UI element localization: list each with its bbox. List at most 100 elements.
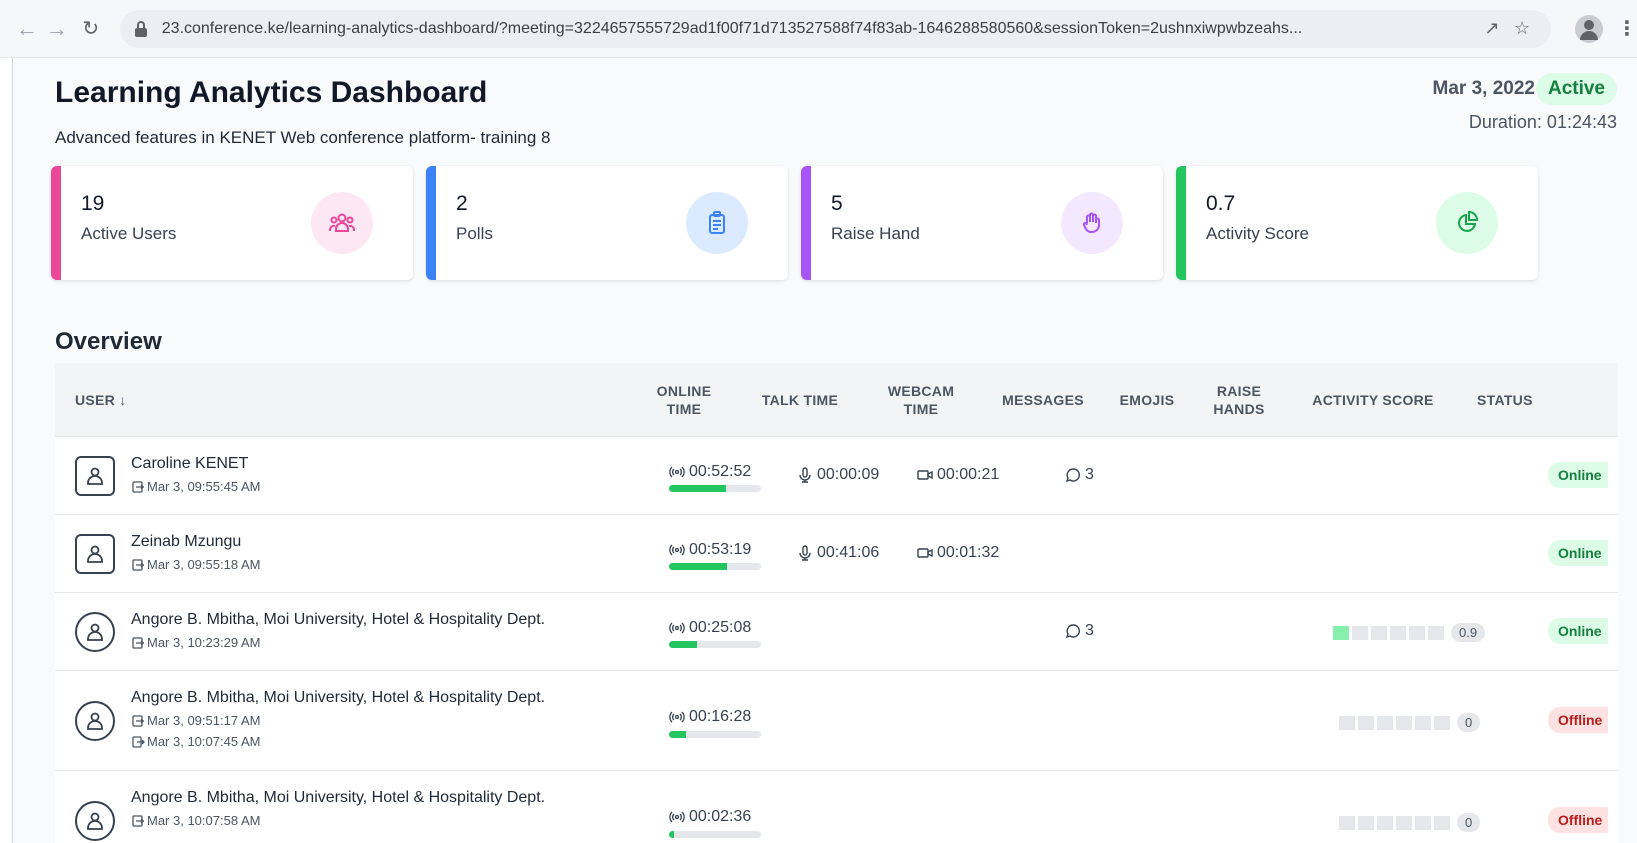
login-icon xyxy=(132,558,144,571)
card-raise-hand[interactable]: 5 Raise Hand xyxy=(801,166,1163,280)
pie-chart-icon xyxy=(1436,192,1498,254)
signal-icon xyxy=(669,811,685,823)
table-header: USER ↓ ONLINE TIME TALK TIME WEBCAM TIME… xyxy=(55,363,1618,437)
messages-count: 3 xyxy=(1065,622,1094,640)
score-segment xyxy=(1390,625,1406,640)
messages-count-text: 3 xyxy=(1085,466,1094,483)
back-arrow-icon[interactable]: ← xyxy=(12,14,42,44)
online-time-text: 00:16:28 xyxy=(689,708,752,725)
column-status: STATUS xyxy=(1477,392,1533,408)
score-segment xyxy=(1396,815,1412,830)
login-icon xyxy=(132,480,144,493)
join-time: Mar 3, 09:51:17 AM xyxy=(131,713,260,728)
activity-score-value: 0.9 xyxy=(1451,623,1486,642)
online-time-text: 00:25:08 xyxy=(689,619,752,636)
join-time-text: Mar 3, 09:55:18 AM xyxy=(147,557,261,572)
online-time: 00:16:28 xyxy=(669,708,751,726)
lock-icon xyxy=(134,20,148,37)
join-time: Mar 3, 10:07:58 AM xyxy=(131,813,260,828)
user-name: Angore B. Mbitha, Moi University, Hotel … xyxy=(131,611,546,628)
signal-icon xyxy=(669,711,685,723)
join-time-text: Mar 3, 10:23:29 AM xyxy=(147,635,261,650)
column-user[interactable]: USER ↓ xyxy=(75,363,127,437)
user-avatar-icon xyxy=(75,612,115,652)
address-bar[interactable]: 23.conference.ke/learning-analytics-dash… xyxy=(119,9,1552,48)
join-time: Mar 3, 09:55:45 AM xyxy=(131,479,260,494)
leave-time: Mar 3, 10:07:45 AM xyxy=(131,734,260,749)
video-camera-icon xyxy=(917,548,933,558)
share-icon[interactable]: ↗ xyxy=(1477,18,1507,39)
status-badge: Offline xyxy=(1548,707,1608,733)
login-icon xyxy=(132,636,144,649)
online-time-bar xyxy=(669,831,761,838)
score-segment xyxy=(1434,715,1450,730)
signal-icon xyxy=(669,466,685,478)
table-row[interactable]: Caroline KENET Mar 3, 09:55:45 AM 00:52:… xyxy=(55,437,1618,515)
table-row[interactable]: Angore B. Mbitha, Moi University, Hotel … xyxy=(55,771,1618,843)
messages-count-text: 3 xyxy=(1085,622,1094,639)
column-messages: MESSAGES xyxy=(1002,392,1084,408)
status-badge: Online xyxy=(1548,462,1608,488)
card-value: 2 xyxy=(456,192,468,215)
online-time: 00:25:08 xyxy=(669,619,751,637)
leave-time-text: Mar 3, 10:07:45 AM xyxy=(147,734,261,749)
score-segment xyxy=(1428,625,1444,640)
messages-count: 3 xyxy=(1065,466,1094,484)
webcam-time: 00:00:21 xyxy=(917,466,999,484)
clipboard-icon xyxy=(686,192,748,254)
meeting-date: Mar 3, 2022 xyxy=(1432,78,1535,99)
webcam-time-text: 00:00:21 xyxy=(937,466,1000,483)
activity-score-meter: 0 xyxy=(1339,813,1481,832)
column-webcam-time: WEBCAM TIME xyxy=(887,383,955,417)
webcam-time-text: 00:01:32 xyxy=(937,544,1000,561)
card-polls[interactable]: 2 Polls xyxy=(426,166,788,280)
score-segment xyxy=(1358,715,1374,730)
join-time: Mar 3, 10:23:29 AM xyxy=(131,635,260,650)
reload-icon[interactable]: ↻ xyxy=(76,14,106,44)
score-segment xyxy=(1358,815,1374,830)
online-time: 00:52:52 xyxy=(669,463,751,481)
score-segment xyxy=(1339,715,1355,730)
profile-avatar-icon[interactable] xyxy=(1575,14,1603,43)
forward-arrow-icon[interactable]: → xyxy=(42,14,72,44)
online-time-bar xyxy=(669,485,761,492)
join-time-text: Mar 3, 09:55:45 AM xyxy=(147,479,261,494)
column-talk-time: TALK TIME xyxy=(761,392,839,408)
url-text[interactable]: 23.conference.ke/learning-analytics-dash… xyxy=(162,20,1477,38)
table-row[interactable]: Angore B. Mbitha, Moi University, Hotel … xyxy=(55,593,1618,671)
card-label: Polls xyxy=(456,224,493,243)
table-row[interactable]: Zeinab Mzungu Mar 3, 09:55:18 AM 00:53:1… xyxy=(55,515,1618,593)
browser-menu-icon[interactable]: ⋮ xyxy=(1617,16,1637,41)
card-active-users[interactable]: 19 Active Users xyxy=(51,166,413,280)
hand-icon xyxy=(1061,192,1123,254)
score-segment xyxy=(1333,625,1349,640)
score-segment xyxy=(1371,625,1387,640)
dashboard-page: Learning Analytics Dashboard Advanced fe… xyxy=(12,58,1637,843)
microphone-icon xyxy=(799,545,811,561)
login-icon xyxy=(132,814,144,827)
card-label: Active Users xyxy=(81,224,177,243)
table-row[interactable]: Angore B. Mbitha, Moi University, Hotel … xyxy=(55,671,1618,771)
join-time-text: Mar 3, 10:07:58 AM xyxy=(147,813,261,828)
users-icon xyxy=(311,192,373,254)
user-avatar-icon xyxy=(75,534,115,574)
card-value: 19 xyxy=(81,192,105,215)
meeting-status-badge: Active xyxy=(1535,73,1617,105)
user-avatar-icon xyxy=(75,801,115,841)
browser-toolbar: ← → ↻ 23.conference.ke/learning-analytic… xyxy=(0,0,1637,58)
user-avatar-icon xyxy=(75,701,115,741)
column-raise-hands: RAISE HANDS xyxy=(1213,383,1265,417)
status-badge: Offline xyxy=(1548,807,1608,833)
star-icon[interactable]: ☆ xyxy=(1507,18,1537,39)
users-table: USER ↓ ONLINE TIME TALK TIME WEBCAM TIME… xyxy=(55,363,1618,843)
score-segment xyxy=(1434,815,1450,830)
activity-score-value: 0 xyxy=(1457,813,1481,832)
talk-time: 00:41:06 xyxy=(797,544,879,562)
card-activity-score[interactable]: 0.7 Activity Score xyxy=(1176,166,1538,280)
webcam-time: 00:01:32 xyxy=(917,544,999,562)
online-time-bar xyxy=(669,563,761,570)
signal-icon xyxy=(669,544,685,556)
talk-time: 00:00:09 xyxy=(797,466,879,484)
column-online-time: ONLINE TIME xyxy=(656,383,712,417)
column-activity-score: ACTIVITY SCORE xyxy=(1312,392,1434,408)
